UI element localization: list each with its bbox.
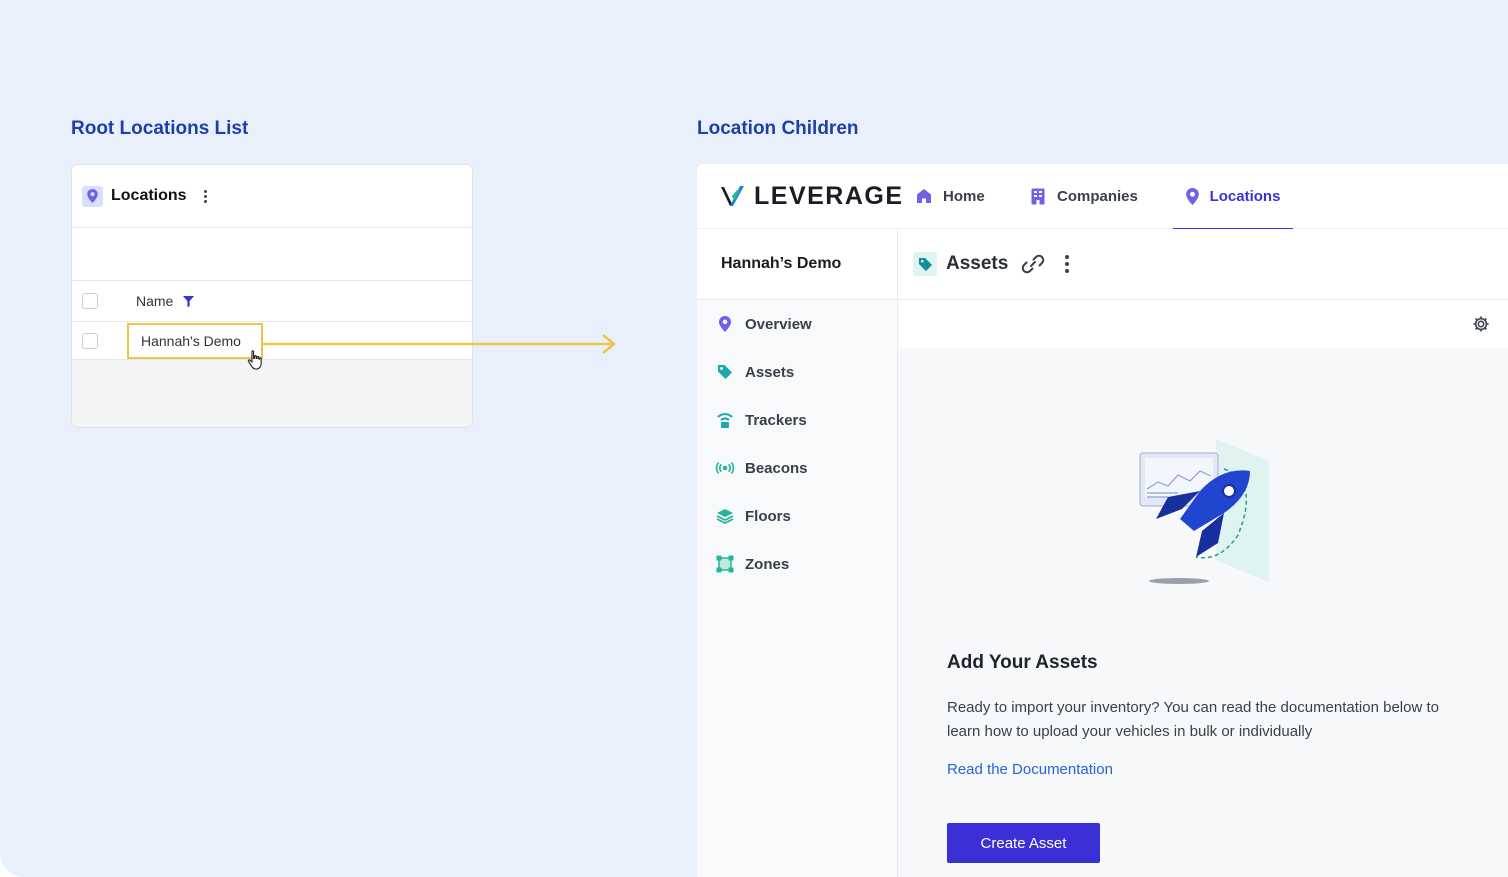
main-content: Assets Add Your Assets Ready to import y…	[898, 229, 1508, 877]
sidebar-item-label: Trackers	[745, 411, 807, 429]
row-checkbox[interactable]	[82, 332, 98, 349]
tracker-icon	[715, 411, 735, 429]
sidebar-item-label: Zones	[745, 555, 790, 573]
nav-companies-label: Companies	[1057, 187, 1138, 205]
link-icon[interactable]	[1019, 250, 1047, 278]
tag-icon	[913, 252, 937, 276]
sidebar-location-name: Hannah’s Demo	[697, 229, 897, 300]
table-header-row: Name	[72, 281, 472, 322]
column-header-name[interactable]: Name	[136, 293, 173, 309]
sidebar-item-label: Beacons	[745, 459, 808, 477]
empty-state-description: Ready to import your inventory? You can …	[947, 699, 1439, 740]
main-header: Assets	[898, 229, 1508, 300]
zone-icon	[715, 555, 735, 573]
location-pin-icon	[715, 316, 735, 332]
select-all-checkbox[interactable]	[82, 293, 98, 309]
sidebar-item-floors[interactable]: Floors	[697, 492, 897, 540]
location-pin-icon	[82, 185, 103, 207]
gear-icon[interactable]	[1472, 315, 1490, 338]
nav-locations[interactable]: Locations	[1173, 164, 1293, 230]
sidebar: Hannah’s Demo Overview Assets Trackers B…	[697, 229, 898, 877]
location-name-cell[interactable]: Hannah's Demo	[127, 323, 263, 359]
location-pin-icon	[1185, 187, 1199, 205]
panel-more-menu-icon[interactable]	[199, 186, 213, 206]
nav-companies[interactable]: Companies	[1030, 164, 1138, 229]
nav-home[interactable]: Home	[916, 164, 985, 229]
brand-logo[interactable]: LEVERAGE	[721, 182, 904, 211]
beacon-icon	[715, 461, 735, 475]
nav-home-label: Home	[943, 187, 985, 205]
tag-icon	[715, 364, 735, 380]
brand-mark-icon	[721, 186, 744, 206]
panel-toolbar	[72, 228, 472, 281]
sidebar-item-label: Overview	[745, 315, 812, 333]
canvas: Root Locations List Locations Name Hanna…	[0, 0, 1508, 877]
filter-icon[interactable]	[183, 295, 195, 307]
layers-icon	[715, 508, 735, 524]
section-title-location-children: Location Children	[697, 118, 859, 139]
home-icon	[916, 188, 932, 204]
read-documentation-link[interactable]: Read the Documentation	[947, 761, 1113, 778]
sidebar-item-assets[interactable]: Assets	[697, 348, 897, 396]
sidebar-item-zones[interactable]: Zones	[697, 540, 897, 588]
section-title-root-locations: Root Locations List	[71, 118, 249, 139]
sidebar-item-beacons[interactable]: Beacons	[697, 444, 897, 492]
hand-cursor-icon	[247, 350, 262, 370]
app-window: LEVERAGE Home Companies Locations Hannah…	[697, 164, 1508, 877]
locations-panel-header: Locations	[72, 165, 472, 228]
rocket-illustration	[1139, 439, 1269, 584]
create-asset-button[interactable]: Create Asset	[947, 823, 1100, 863]
nav-locations-label: Locations	[1209, 187, 1281, 205]
sidebar-item-trackers[interactable]: Trackers	[697, 396, 897, 444]
sidebar-item-overview[interactable]: Overview	[697, 300, 897, 348]
top-navigation: LEVERAGE Home Companies Locations	[697, 164, 1508, 230]
brand-name: LEVERAGE	[754, 181, 904, 210]
sidebar-item-label: Floors	[745, 507, 791, 525]
page-title: Assets	[946, 253, 1009, 274]
more-menu-icon[interactable]	[1061, 251, 1073, 277]
sidebar-menu: Overview Assets Trackers Beacons Floors …	[697, 300, 897, 588]
table-empty-area	[72, 360, 472, 427]
arrow-connector-icon	[262, 334, 616, 354]
building-icon	[1030, 188, 1046, 205]
empty-state-title: Add Your Assets	[947, 652, 1098, 673]
sidebar-item-label: Assets	[745, 363, 795, 381]
main-toolbar	[898, 300, 1508, 348]
locations-panel-title: Locations	[111, 187, 187, 204]
locations-panel: Locations Name Hannah's Demo	[71, 164, 473, 428]
